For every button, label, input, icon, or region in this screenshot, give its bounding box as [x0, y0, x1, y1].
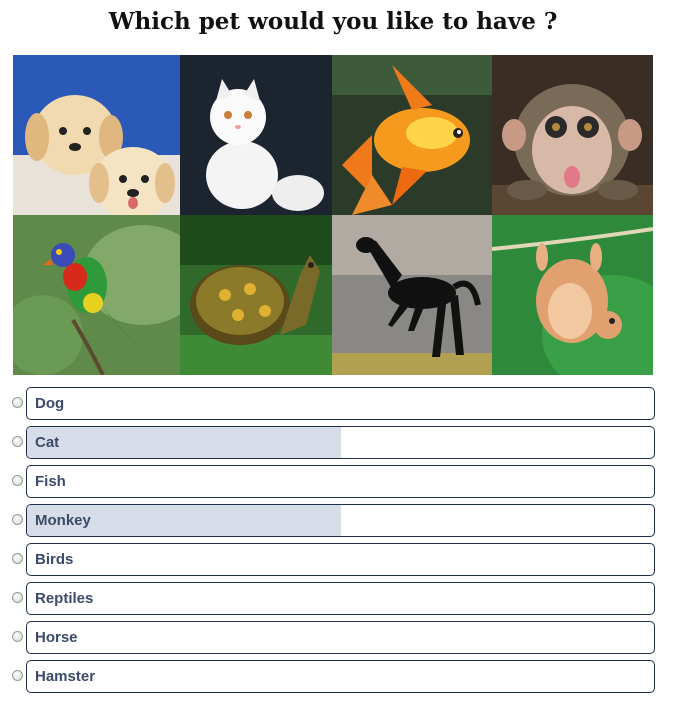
option-label: Monkey	[35, 512, 91, 529]
option-bar[interactable]: Hamster	[26, 660, 655, 693]
option-radio[interactable]	[12, 436, 23, 447]
cat-photo	[180, 55, 332, 215]
option-reptiles: Reptiles	[12, 582, 655, 616]
bird-photo	[13, 215, 180, 375]
option-label: Cat	[35, 434, 60, 451]
option-radio[interactable]	[12, 514, 23, 525]
option-bar[interactable]: Horse	[26, 621, 655, 654]
option-radio[interactable]	[12, 397, 23, 408]
poll-options: Dog Cat Fish Monkey Birds Reptiles Horse…	[12, 387, 655, 699]
monkey-photo	[492, 55, 653, 215]
option-monkey: Monkey	[12, 504, 655, 538]
vote-fill	[27, 427, 341, 458]
option-radio[interactable]	[12, 631, 23, 642]
option-bar[interactable]: Cat	[26, 426, 655, 459]
option-label: Dog	[35, 395, 65, 412]
option-cat: Cat	[12, 426, 655, 460]
horse-photo	[332, 215, 492, 375]
option-bar[interactable]: Reptiles	[26, 582, 655, 615]
pet-image-grid	[13, 55, 653, 375]
option-bar[interactable]: Dog	[26, 387, 655, 420]
option-radio[interactable]	[12, 475, 23, 486]
reptile-photo	[180, 215, 332, 375]
hamster-photo	[492, 215, 653, 375]
option-bar[interactable]: Fish	[26, 465, 655, 498]
poll-question: Which pet would you like to have ?	[108, 8, 558, 35]
option-radio[interactable]	[12, 670, 23, 681]
option-radio[interactable]	[12, 553, 23, 564]
dog-photo	[13, 55, 180, 215]
option-bar[interactable]: Birds	[26, 543, 655, 576]
option-radio[interactable]	[12, 592, 23, 603]
option-fish: Fish	[12, 465, 655, 499]
option-label: Fish	[35, 473, 66, 490]
option-hamster: Hamster	[12, 660, 655, 694]
fish-photo	[332, 55, 492, 215]
option-bar[interactable]: Monkey	[26, 504, 655, 537]
option-label: Hamster	[35, 668, 96, 685]
option-label: Horse	[35, 629, 78, 646]
option-birds: Birds	[12, 543, 655, 577]
option-label: Reptiles	[35, 590, 94, 607]
option-label: Birds	[35, 551, 74, 568]
option-horse: Horse	[12, 621, 655, 655]
option-dog: Dog	[12, 387, 655, 421]
